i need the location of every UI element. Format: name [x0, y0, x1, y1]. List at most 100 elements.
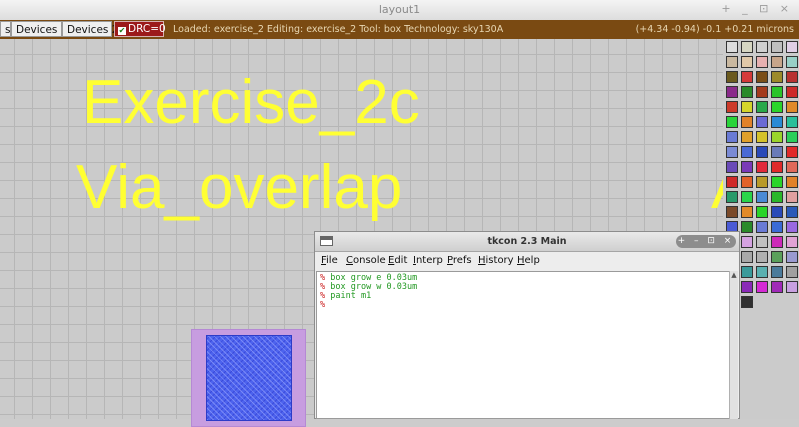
toolbar-tab-devices-1[interactable]: Devices 1	[11, 21, 67, 37]
layer-swatch[interactable]	[786, 206, 798, 218]
layer-swatch[interactable]	[726, 41, 738, 53]
layer-swatch[interactable]	[756, 251, 768, 263]
layer-swatch[interactable]	[771, 221, 783, 233]
layer-swatch[interactable]	[771, 161, 783, 173]
layer-swatch[interactable]	[786, 236, 798, 248]
layer-swatch[interactable]	[726, 161, 738, 173]
layer-swatch[interactable]	[756, 41, 768, 53]
layer-swatch[interactable]	[771, 266, 783, 278]
layer-swatch[interactable]	[756, 191, 768, 203]
layer-swatch[interactable]	[786, 161, 798, 173]
menu-item-prefs[interactable]: Prefs	[447, 255, 472, 266]
layer-swatch[interactable]	[756, 71, 768, 83]
layer-swatch[interactable]	[771, 71, 783, 83]
layer-swatch[interactable]	[741, 266, 753, 278]
layer-swatch[interactable]	[741, 176, 753, 188]
layer-swatch[interactable]	[771, 41, 783, 53]
layer-swatch[interactable]	[756, 176, 768, 188]
tkcon-scrollbar[interactable]: ▲	[729, 271, 738, 419]
layer-swatch[interactable]	[786, 221, 798, 233]
layer-swatch[interactable]	[786, 41, 798, 53]
drc-indicator[interactable]: ✔ DRC=0	[114, 21, 166, 37]
layer-swatch[interactable]	[771, 146, 783, 158]
menu-item-history[interactable]: History	[478, 255, 514, 266]
layer-swatch[interactable]	[756, 266, 768, 278]
layer-swatch[interactable]	[741, 146, 753, 158]
menu-item-file[interactable]: File	[321, 255, 338, 266]
layer-swatch[interactable]	[741, 251, 753, 263]
layer-swatch[interactable]	[786, 101, 798, 113]
layer-swatch[interactable]	[756, 131, 768, 143]
layer-swatch[interactable]	[726, 131, 738, 143]
layer-swatch[interactable]	[726, 116, 738, 128]
layer-swatch[interactable]	[741, 296, 753, 308]
layer-swatch[interactable]	[771, 116, 783, 128]
layout-shape-metal1[interactable]	[206, 335, 292, 421]
menu-item-edit[interactable]: Edit	[388, 255, 407, 266]
toolbar-tab-devices-2[interactable]: Devices 2	[62, 21, 118, 37]
layer-swatch[interactable]	[726, 206, 738, 218]
layer-swatch[interactable]	[726, 146, 738, 158]
layer-swatch[interactable]	[741, 56, 753, 68]
layer-swatch[interactable]	[726, 101, 738, 113]
layer-swatch[interactable]	[741, 41, 753, 53]
layer-swatch[interactable]	[756, 146, 768, 158]
layer-swatch[interactable]	[741, 236, 753, 248]
menu-item-help[interactable]: Help	[517, 255, 540, 266]
layer-swatch[interactable]	[786, 131, 798, 143]
layer-swatch[interactable]	[756, 101, 768, 113]
layer-swatch[interactable]	[756, 206, 768, 218]
layer-swatch[interactable]	[786, 281, 798, 293]
layer-swatch[interactable]	[786, 176, 798, 188]
layer-swatch[interactable]	[786, 251, 798, 263]
layer-swatch[interactable]	[756, 281, 768, 293]
layer-swatch[interactable]	[756, 221, 768, 233]
window-controls[interactable]: + _ ⊡ ×	[721, 2, 793, 15]
layer-swatch[interactable]	[786, 71, 798, 83]
layer-swatch[interactable]	[741, 221, 753, 233]
layer-swatch[interactable]	[771, 281, 783, 293]
layer-swatch[interactable]	[741, 281, 753, 293]
layer-swatch[interactable]	[786, 56, 798, 68]
tkcon-console-text[interactable]: % box grow e 0.03um% box grow w 0.03um% …	[316, 271, 730, 419]
layer-swatch[interactable]	[741, 131, 753, 143]
layer-swatch[interactable]	[771, 101, 783, 113]
layer-swatch[interactable]	[756, 236, 768, 248]
layer-swatch[interactable]	[741, 101, 753, 113]
layer-swatch[interactable]	[786, 86, 798, 98]
layer-swatch[interactable]	[756, 161, 768, 173]
layer-swatch[interactable]	[771, 131, 783, 143]
scroll-up-icon[interactable]: ▲	[730, 271, 738, 279]
layer-swatch[interactable]	[771, 236, 783, 248]
layer-swatch[interactable]	[786, 266, 798, 278]
layer-swatch[interactable]	[756, 56, 768, 68]
layer-swatch[interactable]	[726, 176, 738, 188]
layer-swatch[interactable]	[741, 206, 753, 218]
tkcon-titlebar[interactable]: tkcon 2.3 Main + – ⊡ ×	[315, 232, 739, 252]
layer-swatch[interactable]	[726, 71, 738, 83]
toolbar-tab-s[interactable]: s	[0, 21, 11, 37]
layer-swatch[interactable]	[786, 146, 798, 158]
layer-swatch[interactable]	[786, 296, 798, 308]
menu-item-console[interactable]: Console	[346, 255, 386, 266]
layer-swatch[interactable]	[726, 56, 738, 68]
layer-swatch[interactable]	[786, 191, 798, 203]
layer-swatch[interactable]	[726, 86, 738, 98]
menu-item-interp[interactable]: Interp	[413, 255, 443, 266]
layer-swatch[interactable]	[741, 71, 753, 83]
layer-swatch[interactable]	[786, 116, 798, 128]
layer-swatch[interactable]	[771, 206, 783, 218]
layer-swatch[interactable]	[726, 191, 738, 203]
layer-swatch[interactable]	[771, 176, 783, 188]
layer-swatch[interactable]	[771, 191, 783, 203]
layer-swatch[interactable]	[741, 116, 753, 128]
layer-swatch[interactable]	[771, 296, 783, 308]
layer-swatch[interactable]	[741, 86, 753, 98]
layer-swatch[interactable]	[741, 161, 753, 173]
tkcon-window-controls[interactable]: + – ⊡ ×	[676, 235, 736, 248]
layer-swatch[interactable]	[771, 251, 783, 263]
layer-swatch[interactable]	[771, 56, 783, 68]
layer-swatch[interactable]	[771, 86, 783, 98]
layer-swatch[interactable]	[756, 296, 768, 308]
layout-shape-outer[interactable]	[191, 329, 306, 427]
